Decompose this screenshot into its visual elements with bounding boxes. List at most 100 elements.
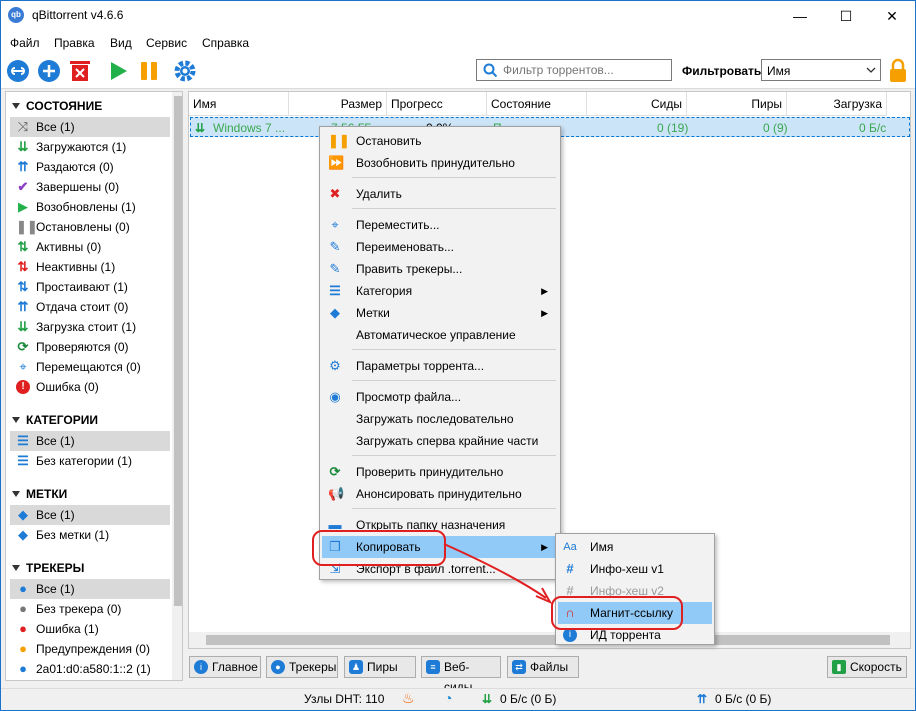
tag-icon: ◆ xyxy=(18,527,28,542)
minimize-button[interactable]: — xyxy=(777,1,823,31)
pause-gray-icon: ❚❚ xyxy=(16,219,38,234)
error-icon: ! xyxy=(16,380,30,394)
maximize-button[interactable]: ☐ xyxy=(823,1,869,31)
menu-bar xyxy=(1,31,915,53)
horizontal-scroll-thumb[interactable] xyxy=(206,635,890,645)
status-stalled-upload[interactable]: ⇈ Отдача стоит (0) xyxy=(10,297,170,317)
resume-icon[interactable] xyxy=(106,59,130,83)
double-up-icon: ⇈ xyxy=(17,159,29,174)
tag-all[interactable]: ◆ Все (1) xyxy=(10,505,170,525)
menu-view[interactable]: Вид xyxy=(110,36,132,50)
firewall-flame-icon[interactable]: ♨ xyxy=(402,690,415,707)
menu-torrent-options[interactable]: ⚙ Параметры торрента... xyxy=(322,355,558,377)
tab-general[interactable]: i Главное xyxy=(189,656,261,678)
menu-tags[interactable]: ◆ Метки ▶ xyxy=(322,302,558,324)
status-inactive[interactable]: ⇅ Неактивны (1) xyxy=(10,257,170,277)
filter-select[interactable]: Имя xyxy=(761,59,881,81)
row-name: Windows 7 ... xyxy=(213,121,286,135)
status-paused[interactable]: ❚❚ Остановлены (0) xyxy=(10,217,170,237)
menu-tools[interactable]: Сервис xyxy=(146,36,187,50)
delete-icon[interactable] xyxy=(68,59,92,83)
tab-trackers[interactable]: ● Трекеры xyxy=(266,656,338,678)
bar-chart-icon: ▮ xyxy=(832,660,846,674)
eye-icon: ◉ xyxy=(329,389,341,404)
double-down-icon: ⇊ xyxy=(17,139,29,154)
download-speed[interactable]: 0 Б/с (0 Б) xyxy=(500,692,556,706)
column-state[interactable]: Состояние xyxy=(487,92,587,116)
settings-gear-icon[interactable] xyxy=(173,59,197,83)
filter-input[interactable] xyxy=(503,63,667,77)
tags-header[interactable]: МЕТКИ xyxy=(12,487,67,501)
map-pin-icon: ● xyxy=(19,621,27,636)
category-all[interactable]: ☰ Все (1) xyxy=(10,431,170,451)
menu-force-announce[interactable]: 📢 Анонсировать принудительно xyxy=(322,483,558,505)
copy-infohash-v1[interactable]: # Инфо-хеш v1 xyxy=(558,558,712,580)
annotation-highlight-magnet xyxy=(551,596,683,630)
tag-none[interactable]: ◆ Без метки (1) xyxy=(10,525,170,545)
status-all[interactable]: ⤨ Все (1) xyxy=(10,117,170,137)
menu-force-resume[interactable]: ⏩ Возобновить принудительно xyxy=(322,152,558,174)
qbittorrent-logo-icon: qb xyxy=(8,7,24,23)
categories-header[interactable]: КАТЕГОРИИ xyxy=(12,413,98,427)
tracker-none[interactable]: ● Без трекера (0) xyxy=(10,599,170,619)
add-link-icon[interactable] xyxy=(6,59,30,83)
updown-inactive-icon: ⇅ xyxy=(17,259,29,274)
column-name[interactable]: Имя xyxy=(189,92,289,116)
menu-pause[interactable]: ❚❚ Остановить xyxy=(322,130,558,152)
tracker-all[interactable]: ● Все (1) xyxy=(10,579,170,599)
status-stalled-download[interactable]: ⇊ Загрузка стоит (1) xyxy=(10,317,170,337)
upload-speed[interactable]: 0 Б/с (0 Б) xyxy=(715,692,771,706)
menu-force-recheck[interactable]: ⟳ Проверить принудительно xyxy=(322,461,558,483)
column-download[interactable]: Загрузка xyxy=(787,92,887,116)
menu-edit-trackers[interactable]: ✎ Править трекеры... xyxy=(322,258,558,280)
status-stalled[interactable]: ⇅ Простаивают (1) xyxy=(10,277,170,297)
speed-button[interactable]: ▮ Скорость xyxy=(827,656,907,678)
column-peers[interactable]: Пиры xyxy=(687,92,787,116)
status-checking[interactable]: ⟳ Проверяются (0) xyxy=(10,337,170,357)
tracker-error[interactable]: ● Ошибка (1) xyxy=(10,619,170,639)
status-resumed[interactable]: ▶ Возобновлены (1) xyxy=(10,197,170,217)
menu-file[interactable]: Файл xyxy=(10,36,40,50)
downloading-status-icon: ⇊ xyxy=(195,121,206,135)
status-header[interactable]: СОСТОЯНИЕ xyxy=(12,99,102,113)
status-downloading[interactable]: ⇊ Загружаются (1) xyxy=(10,137,170,157)
status-error[interactable]: ! Ошибка (0) xyxy=(10,377,170,397)
row-peers: 0 (9) xyxy=(763,121,788,135)
filter-box[interactable] xyxy=(476,59,672,81)
status-completed[interactable]: ✔ Завершены (0) xyxy=(10,177,170,197)
add-torrent-icon[interactable] xyxy=(37,59,61,83)
menu-category[interactable]: ☰ Категория ▶ xyxy=(322,280,558,302)
column-size[interactable]: Размер xyxy=(289,92,387,116)
menu-rename[interactable]: ✎ Переименовать... xyxy=(322,236,558,258)
close-button[interactable]: ✕ xyxy=(869,1,915,31)
tracker-host[interactable]: ● 2a01:d0:a580:1::2 (1) xyxy=(10,659,170,679)
text-aa-icon: Aa xyxy=(563,541,577,553)
menu-sequential[interactable]: Загружать последовательно xyxy=(322,408,558,430)
menu-first-last[interactable]: Загружать сперва крайние части xyxy=(322,430,558,452)
tracker-warning[interactable]: ● Предупреждения (0) xyxy=(10,639,170,659)
menu-move[interactable]: ⌖ Переместить... xyxy=(322,214,558,236)
files-icon: ⇄ xyxy=(512,660,526,674)
status-moving[interactable]: ⌖ Перемещаются (0) xyxy=(10,357,170,377)
menu-help[interactable]: Справка xyxy=(202,36,249,50)
column-progress[interactable]: Прогресс xyxy=(387,92,487,116)
trackers-header[interactable]: ТРЕКЕРЫ xyxy=(12,561,84,575)
copy-name[interactable]: Aa Имя xyxy=(558,536,712,558)
tab-peers[interactable]: ♟ Пиры xyxy=(344,656,416,678)
menu-auto-management[interactable]: Автоматическое управление xyxy=(322,324,558,346)
menu-delete[interactable]: ✖ Удалить xyxy=(322,183,558,205)
status-active[interactable]: ⇅ Активны (0) xyxy=(10,237,170,257)
tab-webseeds[interactable]: ≡ Веб-сиды xyxy=(421,656,501,694)
tab-files[interactable]: ⇄ Файлы xyxy=(507,656,579,678)
row-seeds: 0 (19) xyxy=(657,121,689,135)
column-seeds[interactable]: Сиды xyxy=(587,92,687,116)
speedometer-icon[interactable]: ◔ xyxy=(444,690,452,706)
category-none[interactable]: ☰ Без категории (1) xyxy=(10,451,170,471)
lock-icon[interactable] xyxy=(887,58,909,84)
updown-stalled-icon: ⇅ xyxy=(17,279,29,294)
status-seeding[interactable]: ⇈ Раздаются (0) xyxy=(10,157,170,177)
menu-edit[interactable]: Правка xyxy=(54,36,95,50)
pause-icon[interactable] xyxy=(137,59,161,83)
menu-preview-file[interactable]: ◉ Просмотр файла... xyxy=(322,386,558,408)
sidebar-scroll-thumb[interactable] xyxy=(174,96,182,606)
